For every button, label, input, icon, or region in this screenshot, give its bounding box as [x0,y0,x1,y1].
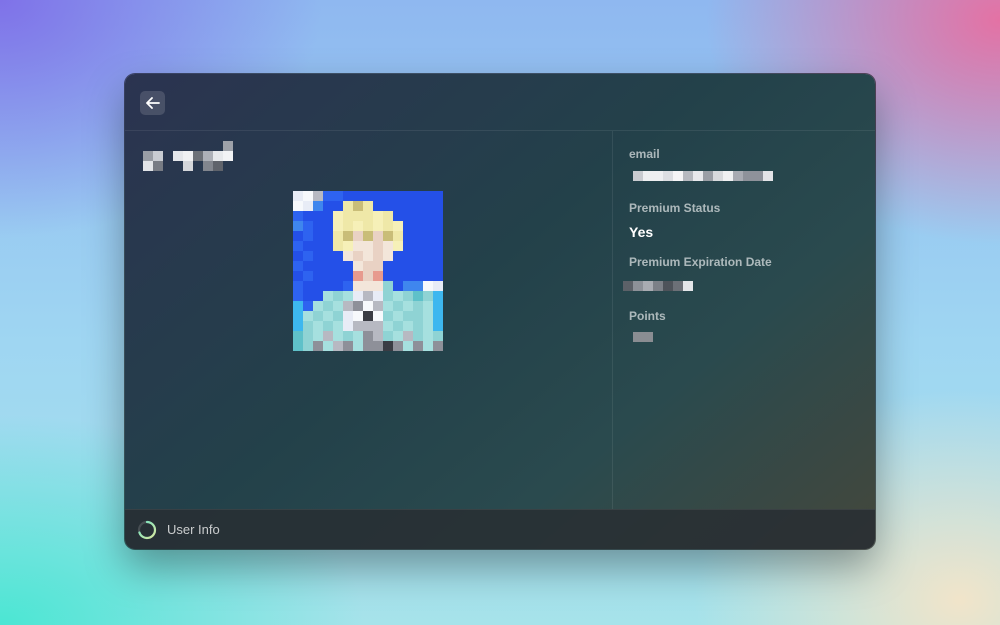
window-footer: User Info [125,509,875,549]
premium-status-value: Yes [629,224,654,240]
username-redacted [143,141,233,171]
back-button[interactable]: Back [140,91,165,115]
loading-spinner-icon [137,520,157,540]
email-value-redacted[interactable] [633,171,773,181]
premium-expiration-value-redacted [623,281,693,291]
window-toolbar: Back [125,74,875,131]
details-pane: email Premium Status Yes Premium Expirat… [613,131,875,509]
points-label: Points [629,309,666,323]
footer-title: User Info [167,522,220,537]
premium-status-label: Premium Status [629,201,721,215]
email-label: email [629,147,660,161]
arrow-left-icon [145,97,160,109]
points-value-redacted [633,332,653,342]
premium-expiration-label: Premium Expiration Date [629,255,772,269]
user-info-window: Back email [125,74,875,549]
profile-pane [125,131,613,509]
avatar [293,191,443,351]
